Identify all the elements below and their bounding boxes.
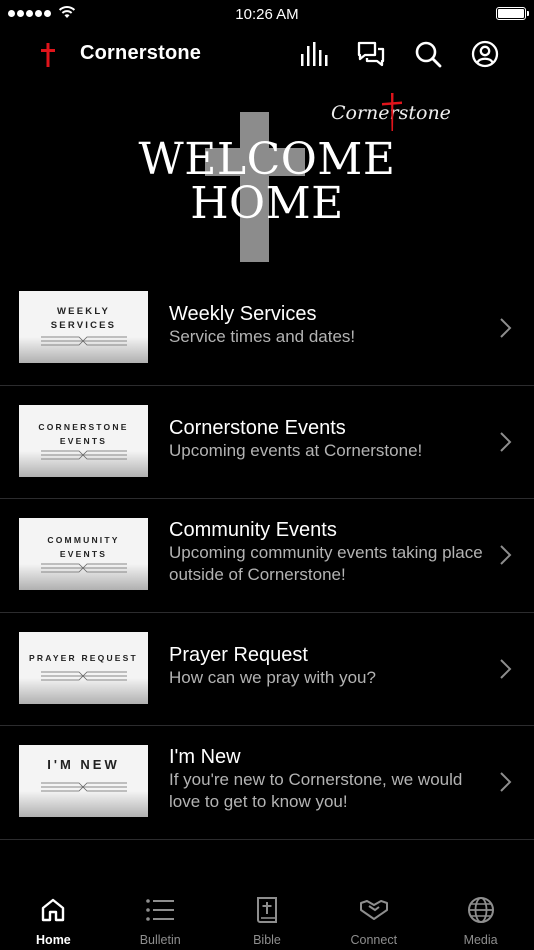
thumbnail-text: CORNERSTONE EVENTS (38, 421, 129, 446)
tab-connect[interactable]: Connect (320, 883, 427, 950)
cross-logo-icon (41, 43, 55, 67)
weekly-services-thumbnail: WEEKLY SERVICES (19, 291, 148, 363)
status-bar: 10:26 AM (0, 0, 534, 28)
tab-label: Connect (350, 933, 398, 947)
home-icon (42, 898, 65, 922)
status-time: 10:26 AM (235, 6, 299, 23)
list-item-community-events[interactable]: COMMUNITY EVENTS Community Events Upcomi… (0, 499, 534, 613)
thumbnail-text: COMMUNITY EVENTS (47, 535, 120, 559)
item-subtitle: Service times and dates! (169, 327, 356, 346)
thumbnail-fog (19, 677, 148, 704)
profile-button[interactable] (470, 39, 500, 69)
item-subtitle: How can we pray with you? (169, 667, 376, 687)
menu-list: WEEKLY SERVICES Weekly Services Service … (0, 272, 534, 840)
item-title: I'm New (169, 746, 241, 768)
thumbnail-fog (19, 564, 148, 590)
item-title: Weekly Services (169, 303, 317, 325)
tab-media[interactable]: Media (427, 883, 534, 950)
welcome-banner: WELCOME HOME Cornerstone (0, 90, 534, 270)
banner-headline-line1: WELCOME (138, 134, 396, 185)
tab-home[interactable]: Home (0, 883, 107, 950)
item-subtitle: If you're new to Cornerstone, we would l… (169, 770, 463, 811)
chevron-right-icon (500, 318, 512, 338)
list-icon (146, 899, 175, 921)
item-title: Community Events (169, 519, 337, 541)
battery-icon (496, 7, 529, 20)
handshake-icon (359, 900, 388, 920)
app-title: Cornerstone (80, 42, 202, 64)
messages-button[interactable] (356, 39, 386, 69)
tab-label: Home (36, 933, 71, 947)
tab-label: Media (463, 933, 498, 947)
list-item-im-new[interactable]: I'M NEW I'm New If you're new to Corners… (0, 726, 534, 840)
thumbnail-text: WEEKLY SERVICES (50, 306, 117, 331)
prayer-request-thumbnail: PRAYER REQUEST (19, 631, 148, 704)
list-item-weekly-services[interactable]: WEEKLY SERVICES Weekly Services Service … (0, 272, 534, 386)
banner-headline: WELCOME HOME (0, 138, 534, 226)
community-events-thumbnail: COMMUNITY EVENTS (19, 518, 148, 590)
app-header: Cornerstone (0, 28, 534, 80)
chevron-right-icon (500, 431, 512, 452)
audio-bars-button[interactable] (299, 39, 329, 69)
thumbnail-text: PRAYER REQUEST (29, 652, 138, 663)
list-item-cornerstone-events[interactable]: CORNERSTONE EVENTS Cornerstone Events Up… (0, 386, 534, 499)
chevron-right-icon (500, 658, 512, 679)
banner-red-cross-icon (382, 93, 402, 131)
banner-headline-line2: HOME (190, 178, 344, 229)
thumbnail-fog (19, 450, 148, 477)
thumbnail-fog (19, 337, 148, 363)
search-icon (415, 41, 442, 68)
item-subtitle: Upcoming events at Cornerstone! (169, 440, 423, 460)
item-subtitle: Upcoming community events taking place o… (169, 543, 483, 584)
list-item-prayer-request[interactable]: PRAYER REQUEST Prayer Request How can we… (0, 613, 534, 726)
tab-label: Bulletin (139, 933, 181, 947)
bottom-tab-bar: Home Bulletin Bible Connect Media (0, 883, 534, 950)
thumbnail-text: I'M NEW (47, 757, 120, 772)
im-new-thumbnail: I'M NEW (19, 745, 148, 817)
bible-icon (256, 897, 277, 923)
tab-bible[interactable]: Bible (214, 883, 321, 950)
chat-bubbles-icon (357, 41, 385, 67)
search-button[interactable] (413, 39, 443, 69)
item-title: Cornerstone Events (169, 416, 346, 439)
chevron-right-icon (500, 772, 512, 792)
chevron-right-icon (500, 545, 512, 565)
audio-bars-icon (301, 42, 328, 66)
tab-bulletin[interactable]: Bulletin (107, 883, 214, 950)
item-title: Prayer Request (169, 643, 308, 666)
thumbnail-fog (19, 791, 148, 817)
cornerstone-events-thumbnail: CORNERSTONE EVENTS (19, 404, 148, 477)
user-profile-icon (471, 40, 499, 68)
globe-icon (467, 897, 494, 923)
tab-label: Bible (253, 933, 281, 947)
